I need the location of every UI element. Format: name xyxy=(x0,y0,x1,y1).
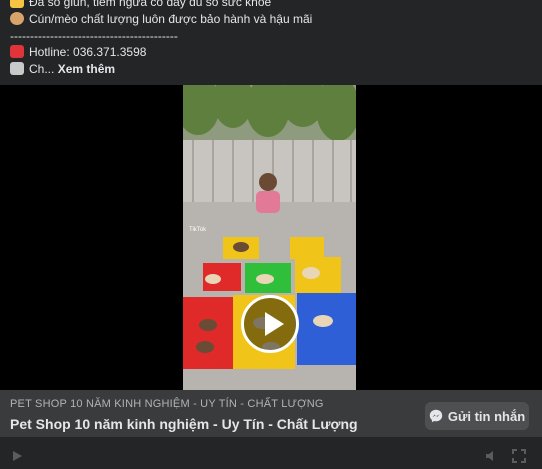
tiktok-watermark: TikTok xyxy=(189,227,207,233)
post-line-warranty-text: Cún/mèo chất lượng luôn được bảo hành và… xyxy=(29,12,313,26)
post-line-warranty: Cún/mèo chất lượng luôn được bảo hành và… xyxy=(10,11,312,27)
post-line-truncated: Ch... Xem thêm xyxy=(10,61,115,77)
post-line-deworm-text: Đa số giun, tiêm ngừa có đầy đủ sổ sức k… xyxy=(29,0,272,9)
video-controls xyxy=(0,443,542,469)
cat-face-icon xyxy=(10,12,24,25)
house-icon xyxy=(10,62,24,75)
see-more-link[interactable]: Xem thêm xyxy=(58,62,115,76)
hotline-text: Hotline: 036.371.3598 xyxy=(29,45,147,59)
post-text: Đa số giun, tiêm ngừa có đầy đủ sổ sức k… xyxy=(0,0,542,85)
play-control-icon[interactable] xyxy=(10,449,24,463)
page-footer: PET SHOP 10 NĂM KINH NGHIỆM - UY TÍN - C… xyxy=(0,390,542,437)
page-title-link[interactable]: Pet Shop 10 năm kinh nghiệm - Uy Tín - C… xyxy=(10,416,358,432)
play-icon xyxy=(265,312,284,336)
post-divider: ----------------------------------------… xyxy=(10,29,178,43)
pointing-hand-icon xyxy=(10,0,24,8)
volume-icon[interactable] xyxy=(484,449,498,463)
page-subtitle: PET SHOP 10 NĂM KINH NGHIỆM - UY TÍN - C… xyxy=(10,398,324,410)
post-line-hotline: Hotline: 036.371.3598 xyxy=(10,44,146,60)
video-player[interactable]: TikTok xyxy=(0,85,542,463)
send-message-label: Gửi tin nhắn xyxy=(447,408,526,424)
truncated-text: Ch... xyxy=(29,62,55,76)
post-line-deworm: Đa số giun, tiêm ngừa có đầy đủ sổ sức k… xyxy=(10,0,271,10)
play-button[interactable] xyxy=(241,295,299,353)
telephone-icon xyxy=(10,45,24,58)
send-message-button[interactable]: Gửi tin nhắn xyxy=(425,402,529,430)
fullscreen-icon[interactable] xyxy=(512,449,526,463)
messenger-icon xyxy=(429,409,443,423)
